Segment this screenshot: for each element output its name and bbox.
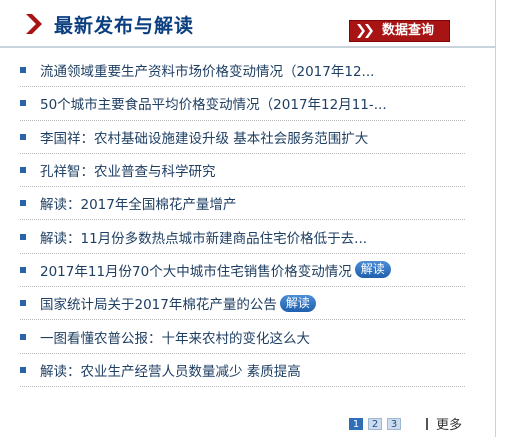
news-link[interactable]: 50个城市主要食品平均价格变动情况（2017年12月11-...: [40, 93, 387, 113]
news-list: 流通领域重要生产资料市场价格变动情况（2017年12... 50个城市主要食品平均…: [20, 54, 465, 387]
page-number-button[interactable]: 3: [387, 417, 401, 430]
page-number-button[interactable]: 1: [349, 417, 363, 430]
news-link[interactable]: 解读：农业生产经营人员数量减少 素质提高: [40, 360, 301, 380]
square-bullet-icon: [20, 133, 26, 140]
page-number-button[interactable]: 2: [368, 417, 382, 430]
square-bullet-icon: [20, 333, 26, 340]
panel-header: 最新发布与解读 数据查询: [0, 0, 496, 48]
news-link[interactable]: 流通领域重要生产资料市场价格变动情况（2017年12...: [40, 60, 374, 80]
interpretation-badge[interactable]: 解读: [279, 294, 316, 312]
data-query-button[interactable]: 数据查询: [349, 20, 450, 42]
square-bullet-icon: [20, 366, 26, 373]
double-chevron-right-icon: [357, 24, 373, 38]
page-number-group: 123: [349, 417, 406, 430]
interpretation-badge[interactable]: 解读: [354, 261, 391, 279]
news-list-item: 解读：农业生产经营人员数量减少 素质提高: [20, 354, 465, 387]
chevron-right-icon: [26, 14, 42, 34]
panel-title: 最新发布与解读: [54, 15, 195, 37]
square-bullet-icon: [20, 300, 26, 307]
more-link[interactable]: 更多: [436, 414, 462, 433]
news-link[interactable]: 国家统计局关于2017年棉花产量的公告: [40, 293, 277, 313]
news-link[interactable]: 解读：11月份多数热点城市新建商品住宅价格低于去...: [40, 227, 367, 247]
news-link[interactable]: 李国祥：农村基础设施建设升级 基本社会服务范围扩大: [40, 127, 368, 147]
square-bullet-icon: [20, 67, 26, 74]
square-bullet-icon: [20, 233, 26, 240]
news-list-item: 解读：2017年全国棉花产量增产: [20, 187, 465, 221]
news-list-item: 流通领域重要生产资料市场价格变动情况（2017年12...: [20, 54, 465, 88]
square-bullet-icon: [20, 266, 26, 273]
right-margin: [497, 0, 509, 437]
square-bullet-icon: [20, 100, 26, 107]
pagination: 123 更多: [349, 414, 462, 433]
news-link[interactable]: 解读：2017年全国棉花产量增产: [40, 193, 236, 213]
news-link[interactable]: 孔祥智：农业普查与科学研究: [40, 160, 216, 180]
square-bullet-icon: [20, 167, 26, 174]
news-list-item: 解读：11月份多数热点城市新建商品住宅价格低于去...: [20, 220, 465, 254]
news-list-item: 孔祥智：农业普查与科学研究: [20, 154, 465, 188]
square-bullet-icon: [20, 200, 26, 207]
news-link[interactable]: 2017年11月份70个大中城市住宅销售价格变动情况: [40, 260, 352, 280]
news-list-item: 50个城市主要食品平均价格变动情况（2017年12月11-...: [20, 87, 465, 121]
news-link[interactable]: 一图看懂农普公报：十年来农村的变化这么大: [40, 327, 310, 347]
news-panel: 最新发布与解读 数据查询 流通领域重要生产资料市场价格变动情况（2017年12.…: [0, 0, 496, 437]
news-list-item: 2017年11月份70个大中城市住宅销售价格变动情况 解读: [20, 254, 465, 288]
pager-divider: [426, 417, 428, 430]
news-list-item: 一图看懂农普公报：十年来农村的变化这么大: [20, 320, 465, 354]
news-list-item: 国家统计局关于2017年棉花产量的公告 解读: [20, 287, 465, 321]
data-query-label: 数据查询: [382, 23, 435, 38]
news-list-item: 李国祥：农村基础设施建设升级 基本社会服务范围扩大: [20, 121, 465, 154]
